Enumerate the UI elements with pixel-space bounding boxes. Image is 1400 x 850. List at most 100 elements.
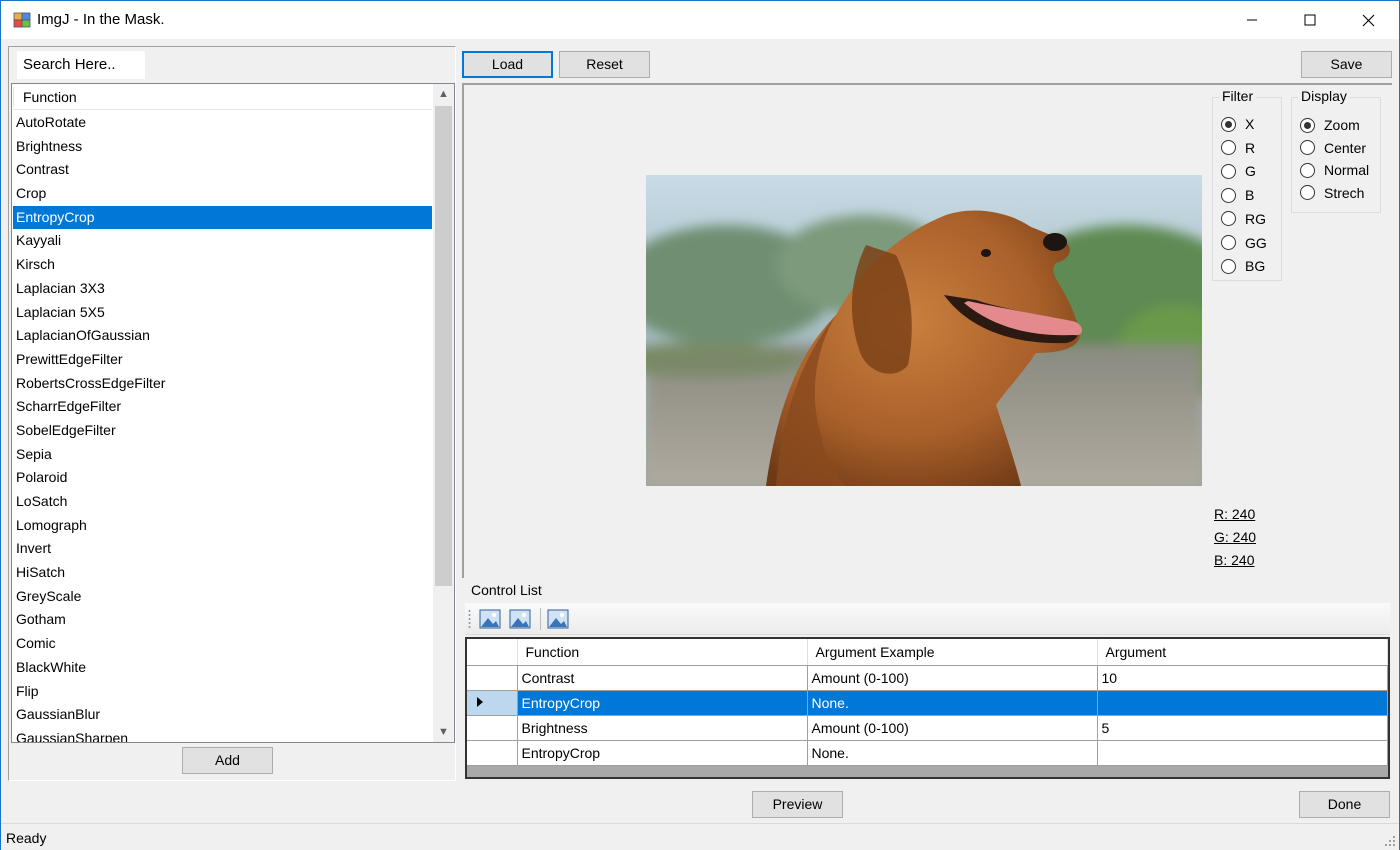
display-radio-zoom[interactable]: Zoom xyxy=(1300,117,1360,133)
column-header-argument[interactable]: Argument xyxy=(1097,639,1388,666)
grid-cell-argument-example[interactable]: Amount (0-100) xyxy=(807,715,1098,741)
toolbar-grip[interactable] xyxy=(468,609,471,629)
load-button[interactable]: Load xyxy=(462,51,553,78)
grid-cell-argument[interactable]: 10 xyxy=(1097,665,1388,691)
scroll-thumb[interactable] xyxy=(435,106,452,586)
function-list-item[interactable]: PrewittEdgeFilter xyxy=(13,348,432,372)
grid-cell-argument[interactable] xyxy=(1097,740,1388,766)
function-list-item[interactable]: HiSatch xyxy=(13,561,432,585)
blue-value-label[interactable]: B: 240 xyxy=(1214,552,1254,568)
grid-cell-function[interactable]: EntropyCrop xyxy=(517,690,808,716)
control-list-grid[interactable]: Function Argument Example Argument Contr… xyxy=(465,637,1390,779)
function-list-item[interactable]: GaussianBlur xyxy=(13,703,432,727)
function-list-item[interactable]: GreyScale xyxy=(13,585,432,609)
radio-button-icon[interactable] xyxy=(1221,235,1236,250)
display-radio-strech[interactable]: Strech xyxy=(1300,185,1364,201)
display-radio-normal[interactable]: Normal xyxy=(1300,162,1369,178)
filter-radio-b[interactable]: B xyxy=(1221,187,1254,203)
row-header[interactable] xyxy=(467,715,518,741)
preview-button[interactable]: Preview xyxy=(752,791,843,818)
function-list-item[interactable]: SobelEdgeFilter xyxy=(13,419,432,443)
function-list-item[interactable]: LoSatch xyxy=(13,490,432,514)
save-button[interactable]: Save xyxy=(1301,51,1392,78)
grid-cell-argument[interactable] xyxy=(1097,690,1388,716)
radio-button-icon[interactable] xyxy=(1221,187,1236,203)
scroll-down-icon[interactable]: ▼ xyxy=(433,722,454,742)
resize-grip-icon[interactable] xyxy=(1384,835,1396,847)
column-header-argument-example[interactable]: Argument Example xyxy=(807,639,1098,666)
radio-button-icon[interactable] xyxy=(1300,117,1315,133)
function-list-item[interactable]: LaplacianOfGaussian xyxy=(13,324,432,348)
function-list-item[interactable]: GaussianSharpen xyxy=(13,727,432,742)
grid-row[interactable]: Contrast Amount (0-100) 10 xyxy=(467,665,1388,691)
image-edit-icon[interactable] xyxy=(508,607,532,631)
function-list-item[interactable]: Contrast xyxy=(13,158,432,182)
grid-cell-argument-example[interactable]: None. xyxy=(807,690,1098,716)
radio-button-icon[interactable] xyxy=(1221,140,1236,156)
radio-button-icon[interactable] xyxy=(1221,258,1236,274)
scroll-up-icon[interactable]: ▲ xyxy=(433,84,454,104)
function-column-header[interactable]: Function xyxy=(13,85,432,110)
row-header[interactable] xyxy=(467,690,518,716)
function-list-item[interactable]: Gotham xyxy=(13,608,432,632)
row-header[interactable] xyxy=(467,740,518,766)
radio-button-icon[interactable] xyxy=(1300,185,1315,200)
radio-button-icon[interactable] xyxy=(1221,116,1236,132)
image-add-icon[interactable] xyxy=(478,607,502,631)
function-list-item[interactable]: Kirsch xyxy=(13,253,432,277)
function-list-item[interactable]: Kayyali xyxy=(13,229,432,253)
function-list-item[interactable]: Polaroid xyxy=(13,466,432,490)
function-list-item[interactable]: AutoRotate xyxy=(13,111,432,135)
grid-row[interactable]: Brightness Amount (0-100) 5 xyxy=(467,715,1388,741)
radio-button-icon[interactable] xyxy=(1221,211,1236,227)
add-button[interactable]: Add xyxy=(182,747,273,774)
grid-cell-argument-example[interactable]: None. xyxy=(807,740,1098,766)
filter-radio-rg[interactable]: RG xyxy=(1221,211,1266,227)
green-value-label[interactable]: G: 240 xyxy=(1214,529,1256,545)
function-list-item[interactable]: Laplacian 5X5 xyxy=(13,301,432,325)
grid-row[interactable]: EntropyCrop None. xyxy=(467,690,1388,716)
function-list-item[interactable]: Brightness xyxy=(13,135,432,159)
function-list-item[interactable]: Sepia xyxy=(13,443,432,467)
function-list-item[interactable]: Lomograph xyxy=(13,514,432,538)
reset-button[interactable]: Reset xyxy=(559,51,650,78)
function-list-item[interactable]: EntropyCrop xyxy=(13,205,432,230)
row-header[interactable] xyxy=(467,665,518,691)
filter-radio-bg[interactable]: BG xyxy=(1221,258,1265,274)
grid-cell-argument-example[interactable]: Amount (0-100) xyxy=(807,665,1098,691)
function-list-item[interactable]: Crop xyxy=(13,182,432,206)
grid-cell-function[interactable]: Contrast xyxy=(517,665,808,691)
function-list-item[interactable]: Laplacian 3X3 xyxy=(13,277,432,301)
filter-radio-g[interactable]: G xyxy=(1221,163,1256,179)
filter-radio-r[interactable]: R xyxy=(1221,140,1255,156)
grid-cell-function[interactable]: Brightness xyxy=(517,715,808,741)
function-list-item[interactable]: BlackWhite xyxy=(13,656,432,680)
radio-button-icon[interactable] xyxy=(1221,163,1236,179)
filter-group: Filter X R G B RG GG BG xyxy=(1212,88,1282,281)
radio-button-icon[interactable] xyxy=(1300,140,1315,155)
filter-radio-gg[interactable]: GG xyxy=(1221,235,1267,251)
function-list-item[interactable]: Invert xyxy=(13,537,432,561)
radio-button-icon[interactable] xyxy=(1300,162,1315,178)
function-list-item[interactable]: ScharrEdgeFilter xyxy=(13,395,432,419)
grid-row[interactable]: EntropyCrop None. xyxy=(467,740,1388,766)
display-radio-center[interactable]: Center xyxy=(1300,140,1366,156)
close-icon xyxy=(1362,14,1374,26)
minimize-button[interactable] xyxy=(1223,1,1281,39)
grid-cell-argument[interactable]: 5 xyxy=(1097,715,1388,741)
close-button[interactable] xyxy=(1339,1,1397,39)
image-remove-icon[interactable] xyxy=(546,607,570,631)
filter-radio-x[interactable]: X xyxy=(1221,116,1254,132)
function-list-item[interactable]: RobertsCrossEdgeFilter xyxy=(13,372,432,396)
function-list-scrollbar[interactable]: ▲ ▼ xyxy=(433,84,454,742)
function-list-item[interactable]: Comic xyxy=(13,632,432,656)
function-list-item[interactable]: Flip xyxy=(13,680,432,704)
done-button[interactable]: Done xyxy=(1299,791,1390,818)
column-header-function[interactable]: Function xyxy=(517,639,808,666)
search-input[interactable]: Search Here.. xyxy=(17,51,145,79)
grid-cell-function[interactable]: EntropyCrop xyxy=(517,740,808,766)
radio-selected-dot xyxy=(1304,121,1311,129)
red-value-label[interactable]: R: 240 xyxy=(1214,506,1255,522)
maximize-button[interactable] xyxy=(1281,1,1339,39)
function-listview[interactable]: Function AutoRotate Brightness Contrast Cro… xyxy=(11,83,455,743)
